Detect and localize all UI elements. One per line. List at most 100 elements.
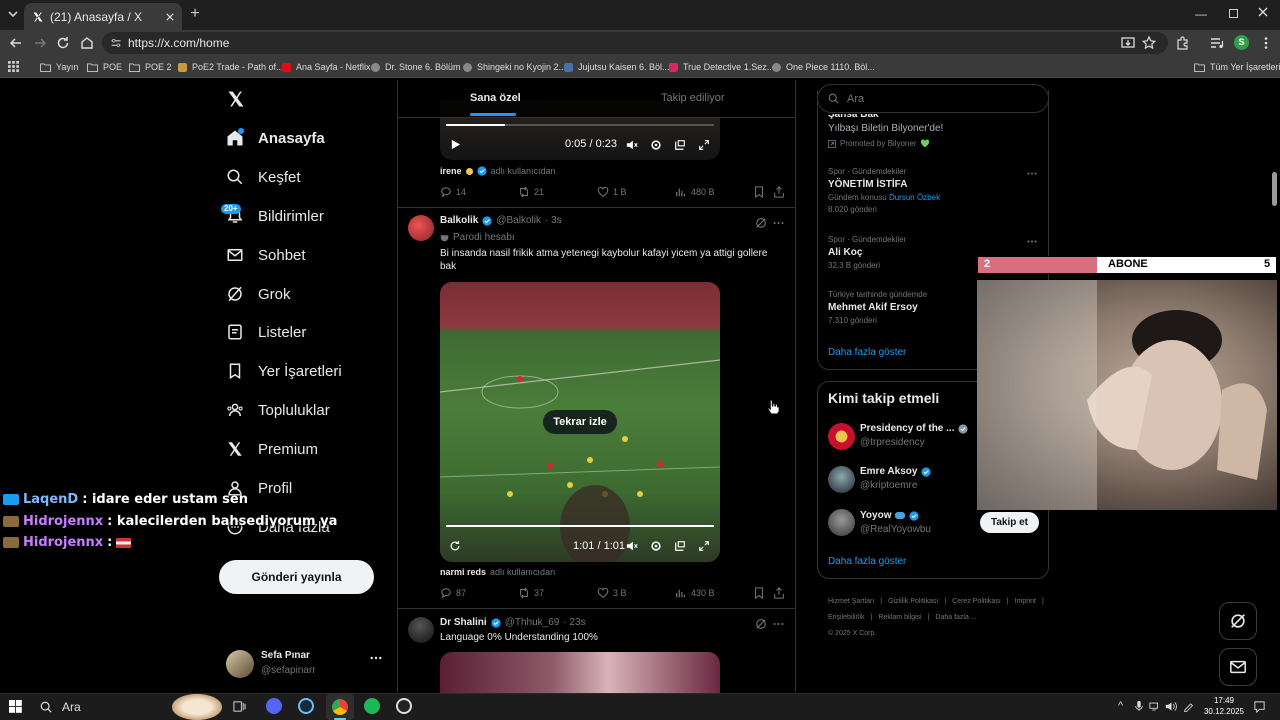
- task-view-button[interactable]: [233, 700, 246, 713]
- video-progress-track[interactable]: [446, 525, 714, 527]
- bookmark-button[interactable]: [753, 587, 765, 599]
- grok-icon[interactable]: [755, 217, 767, 229]
- all-bookmarks[interactable]: Tüm Yer İşaretleri: [1194, 56, 1280, 78]
- apps-button[interactable]: [8, 61, 19, 72]
- x-home-logo[interactable]: [226, 89, 246, 109]
- bookmark-yayin[interactable]: Yayın: [40, 56, 78, 78]
- bookmark-jujutsu[interactable]: Jujutsu Kaisen 6. Böl...: [564, 56, 670, 78]
- install-app-button[interactable]: [1120, 35, 1136, 51]
- bookmark-netflix[interactable]: Ana Sayfa - Netflix: [282, 56, 371, 78]
- more-horizontal-icon[interactable]: [773, 221, 784, 225]
- address-bar[interactable]: https://x.com/home: [102, 32, 1168, 54]
- footer-link[interactable]: Imprint: [1015, 594, 1036, 610]
- nav-item-bookmarks[interactable]: Yer İşaretleri: [226, 359, 342, 383]
- settings-icon[interactable]: [650, 540, 662, 552]
- close-icon[interactable]: [166, 12, 174, 21]
- repost-button[interactable]: 21: [518, 186, 544, 198]
- trends-show-more[interactable]: Daha fazla göster: [828, 347, 906, 358]
- nav-item-communities[interactable]: Topluluklar: [226, 398, 330, 422]
- replay-button[interactable]: Tekrar izle: [543, 410, 617, 434]
- bookmark-poe2[interactable]: POE 2: [129, 56, 172, 78]
- nav-item-notifications[interactable]: Bildirimler: [226, 204, 324, 228]
- volume-icon[interactable]: [1165, 701, 1178, 712]
- pen-icon[interactable]: [1183, 701, 1195, 712]
- profile-avatar[interactable]: S: [1234, 35, 1249, 50]
- trend-item[interactable]: Spor · Gündemdekiler YÖNETİM İSTİFA Günd…: [828, 167, 1038, 214]
- search-input[interactable]: Ara: [817, 84, 1049, 113]
- share-button[interactable]: [773, 186, 785, 198]
- chrome-taskbar-button[interactable]: [326, 694, 354, 720]
- footer-link[interactable]: Reklam bilgisi: [878, 610, 921, 626]
- footer-link[interactable]: Erişilebilirlik: [828, 610, 865, 626]
- minimize-button[interactable]: —: [1190, 3, 1212, 25]
- account-menu-button[interactable]: [370, 656, 382, 660]
- more-horizontal-icon[interactable]: [1027, 172, 1037, 175]
- tab-for-you[interactable]: Sana özel: [470, 92, 521, 104]
- like-button[interactable]: 3 B: [597, 587, 627, 599]
- forward-button[interactable]: [32, 35, 48, 51]
- who-show-more[interactable]: Daha fazla göster: [828, 556, 906, 567]
- browser-menu-button[interactable]: [1258, 35, 1274, 51]
- bookmark-button[interactable]: [753, 186, 765, 198]
- tab-search-button[interactable]: [3, 3, 23, 25]
- picture-in-picture-icon[interactable]: [674, 139, 686, 151]
- close-window-button[interactable]: [1258, 7, 1268, 17]
- steam-taskbar-icon[interactable]: [298, 698, 314, 714]
- back-button[interactable]: [8, 35, 24, 51]
- browser-tab-active[interactable]: (21) Anasayfa / X: [24, 3, 182, 30]
- home-button[interactable]: [79, 35, 95, 51]
- network-icon[interactable]: [1149, 701, 1161, 712]
- nav-item-grok[interactable]: Grok: [226, 282, 291, 306]
- video-progress-track[interactable]: [446, 124, 714, 126]
- play-icon[interactable]: [450, 139, 461, 150]
- ad-line[interactable]: Yılbaşı Biletin Bilyoner'de!: [828, 123, 943, 134]
- footer-link[interactable]: Çerez Politikası: [952, 594, 1001, 610]
- suggestion-avatar[interactable]: [828, 423, 855, 450]
- attribution-name[interactable]: narmi reds: [440, 567, 486, 577]
- microphone-icon[interactable]: [1134, 700, 1144, 712]
- author-avatar[interactable]: [408, 215, 434, 241]
- media-controls-button[interactable]: [1209, 35, 1225, 51]
- tray-overflow-chevron[interactable]: ^: [1118, 700, 1123, 712]
- reload-button[interactable]: [55, 35, 71, 51]
- follow-button[interactable]: Takip et: [980, 512, 1039, 533]
- reply-button[interactable]: 87: [440, 587, 466, 599]
- tab-following[interactable]: Takip ediliyor: [661, 92, 725, 104]
- extensions-button[interactable]: [1175, 35, 1191, 51]
- post-time[interactable]: · 3s: [545, 215, 562, 226]
- mute-icon[interactable]: [626, 139, 638, 151]
- fullscreen-icon[interactable]: [698, 139, 710, 151]
- nav-item-explore[interactable]: Keşfet: [226, 165, 301, 189]
- site-info-icon[interactable]: [110, 37, 122, 49]
- notification-center-icon[interactable]: [1253, 700, 1266, 713]
- author-name[interactable]: Balkolik: [440, 215, 478, 226]
- bookmark-star-button[interactable]: [1141, 35, 1157, 51]
- footer-link[interactable]: Daha fazla ...: [935, 610, 976, 626]
- attribution-name[interactable]: irene: [440, 166, 462, 176]
- fullscreen-icon[interactable]: [698, 540, 710, 552]
- obs-taskbar-icon[interactable]: [396, 698, 412, 714]
- nav-item-lists[interactable]: Listeler: [226, 320, 306, 344]
- more-horizontal-icon[interactable]: [1027, 240, 1037, 243]
- discord-taskbar-icon[interactable]: [266, 698, 282, 714]
- new-tab-button[interactable]: +: [184, 3, 206, 25]
- spotify-taskbar-icon[interactable]: [364, 698, 380, 714]
- page-scrollbar-thumb[interactable]: [1272, 172, 1277, 206]
- grok-floating-button[interactable]: [1219, 602, 1257, 640]
- bookmark-poe[interactable]: POE: [87, 56, 122, 78]
- post-time[interactable]: · 23s: [563, 617, 585, 628]
- nav-item-messages[interactable]: Sohbet: [226, 243, 306, 267]
- suggestion-name[interactable]: Yoyow: [860, 510, 891, 521]
- suggestion-name[interactable]: Emre Aksoy: [860, 466, 917, 477]
- like-button[interactable]: 1 B: [597, 186, 627, 198]
- post-button[interactable]: Gönderi yayınla: [219, 560, 374, 594]
- suggestion-avatar[interactable]: [828, 509, 855, 536]
- more-horizontal-icon[interactable]: [773, 622, 784, 626]
- suggestion-name[interactable]: Presidency of the ...: [860, 423, 954, 434]
- settings-icon[interactable]: [650, 139, 662, 151]
- reply-button[interactable]: 14: [440, 186, 466, 198]
- author-handle[interactable]: @Balkolik: [496, 215, 541, 226]
- trend-context-link[interactable]: Dursun Özbek: [889, 193, 940, 202]
- author-name[interactable]: Dr Shalini: [440, 617, 487, 628]
- bookmark-dr-stone[interactable]: Dr. Stone 6. Bölüm: [371, 56, 461, 78]
